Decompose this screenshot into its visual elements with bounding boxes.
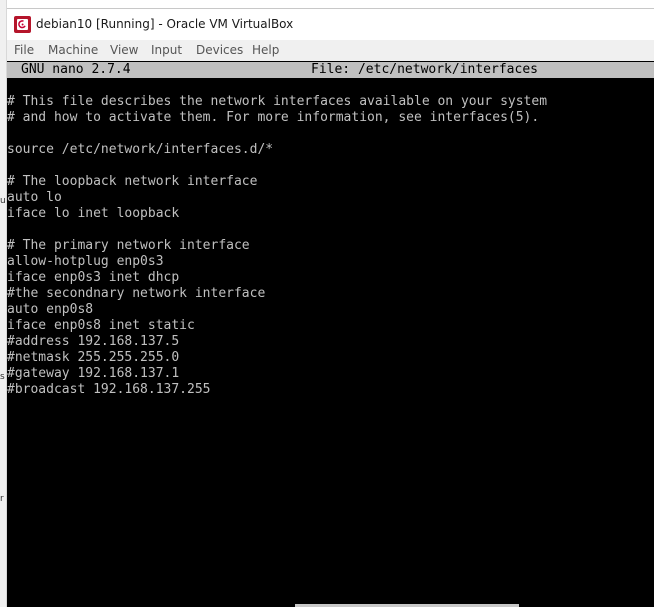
virtualbox-window: debian10 [Running] - Oracle VM VirtualBo…: [7, 8, 654, 607]
editor-line: # The loopback network interface: [7, 174, 258, 189]
editor-line: allow-hotplug enp0s3: [7, 254, 164, 269]
editor-line: # and how to activate them. For more inf…: [7, 110, 540, 125]
menu-help[interactable]: Help: [252, 43, 279, 57]
menu-view[interactable]: View: [110, 43, 138, 57]
background-window-edge: u s r: [0, 0, 7, 607]
title-bar[interactable]: debian10 [Running] - Oracle VM VirtualBo…: [7, 9, 654, 40]
nano-version: GNU nano 2.7.4: [21, 62, 131, 77]
menu-file[interactable]: File: [14, 43, 34, 57]
menu-devices[interactable]: Devices: [196, 43, 243, 57]
editor-line: #the secondnary network interface: [7, 286, 266, 301]
background-text-fragment: s: [0, 372, 5, 382]
vm-display[interactable]: GNU nano 2.7.4 File: /etc/network/interf…: [7, 61, 654, 607]
editor-line: #gateway 192.168.137.1: [7, 366, 180, 381]
virtualbox-debian-icon: [14, 16, 31, 33]
editor-line: iface enp0s8 inet static: [7, 318, 195, 333]
menu-machine[interactable]: Machine: [48, 43, 98, 57]
editor-line: #broadcast 192.168.137.255: [7, 382, 211, 397]
editor-line: # This file describes the network interf…: [7, 94, 548, 109]
background-text-fragment: r: [0, 494, 4, 504]
background-text-fragment: u: [0, 196, 6, 206]
editor-line: #address 192.168.137.5: [7, 334, 180, 349]
nano-header-bar: GNU nano 2.7.4 File: /etc/network/interf…: [7, 62, 654, 78]
editor-line: auto lo: [7, 190, 62, 205]
editor-line: source /etc/network/interfaces.d/*: [7, 142, 274, 157]
editor-line: auto enp0s8: [7, 302, 94, 317]
editor-line: #netmask 255.255.255.0: [7, 350, 180, 365]
nano-text-area[interactable]: # This file describes the network interf…: [7, 94, 654, 398]
nano-file-name: File: /etc/network/interfaces: [311, 62, 538, 77]
menu-input[interactable]: Input: [151, 43, 182, 57]
editor-line: # The primary network interface: [7, 238, 250, 253]
window-title: debian10 [Running] - Oracle VM VirtualBo…: [36, 17, 294, 31]
editor-line: iface lo inet loopback: [7, 206, 180, 221]
menu-bar: File Machine View Input Devices Help: [7, 40, 654, 61]
editor-line: iface enp0s3 inet dhcp: [7, 270, 180, 285]
